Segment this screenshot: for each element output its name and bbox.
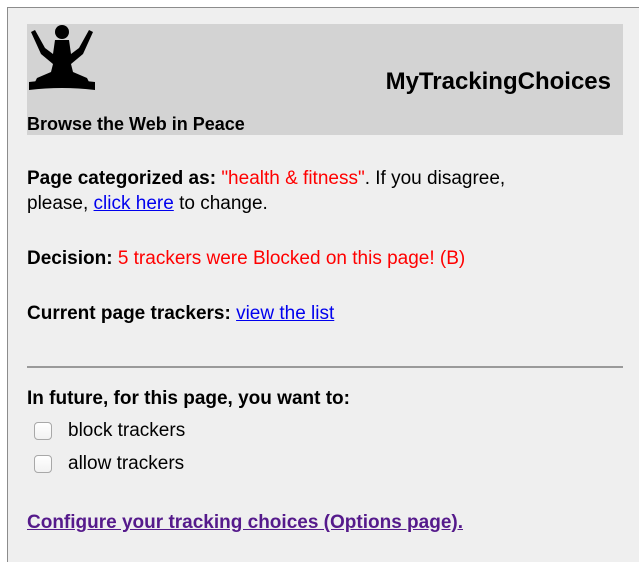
allow-trackers-label: allow trackers [68, 453, 185, 474]
trackers-label: Current page trackers: [27, 303, 231, 324]
block-trackers-label: block trackers [68, 420, 186, 441]
allow-trackers-checkbox[interactable] [34, 455, 52, 473]
decision-line: Decision: 5 trackers were Blocked on thi… [27, 246, 623, 271]
block-trackers-checkbox[interactable] [34, 422, 52, 440]
app-title: MyTrackingChoices [385, 68, 611, 95]
category-label: Page categorized as: [27, 168, 217, 189]
category-value: "health & fitness" [221, 168, 365, 189]
change-category-link[interactable]: click here [94, 193, 174, 214]
section-divider [27, 366, 623, 368]
category-to-change-text: to change. [173, 193, 268, 214]
tagline: Browse the Web in Peace [27, 114, 245, 134]
configure-line: Configure your tracking choices (Options… [27, 512, 463, 534]
popup-header: MyTrackingChoices Browse the Web in Peac… [27, 24, 623, 135]
view-tracker-list-link[interactable]: view the list [236, 303, 334, 324]
category-change-line: please, click here to change. [27, 191, 623, 216]
category-disagree-text: . If you disagree, [364, 168, 506, 189]
decision-label: Decision: [27, 248, 113, 269]
category-please-text: please, [27, 193, 94, 214]
block-trackers-option[interactable]: block trackers [34, 420, 185, 442]
allow-trackers-option[interactable]: allow trackers [34, 453, 184, 475]
trackers-line: Current page trackers: view the list [27, 301, 623, 326]
meditating-person-icon [29, 25, 95, 90]
configure-options-link[interactable]: Configure your tracking choices (Options… [27, 512, 463, 533]
decision-value: 5 trackers were Blocked on this page! (B… [117, 248, 466, 269]
popup-content: Page categorized as: "health & fitness".… [27, 166, 623, 326]
future-heading: In future, for this page, you want to: [27, 388, 350, 409]
category-line: Page categorized as: "health & fitness".… [27, 166, 623, 191]
